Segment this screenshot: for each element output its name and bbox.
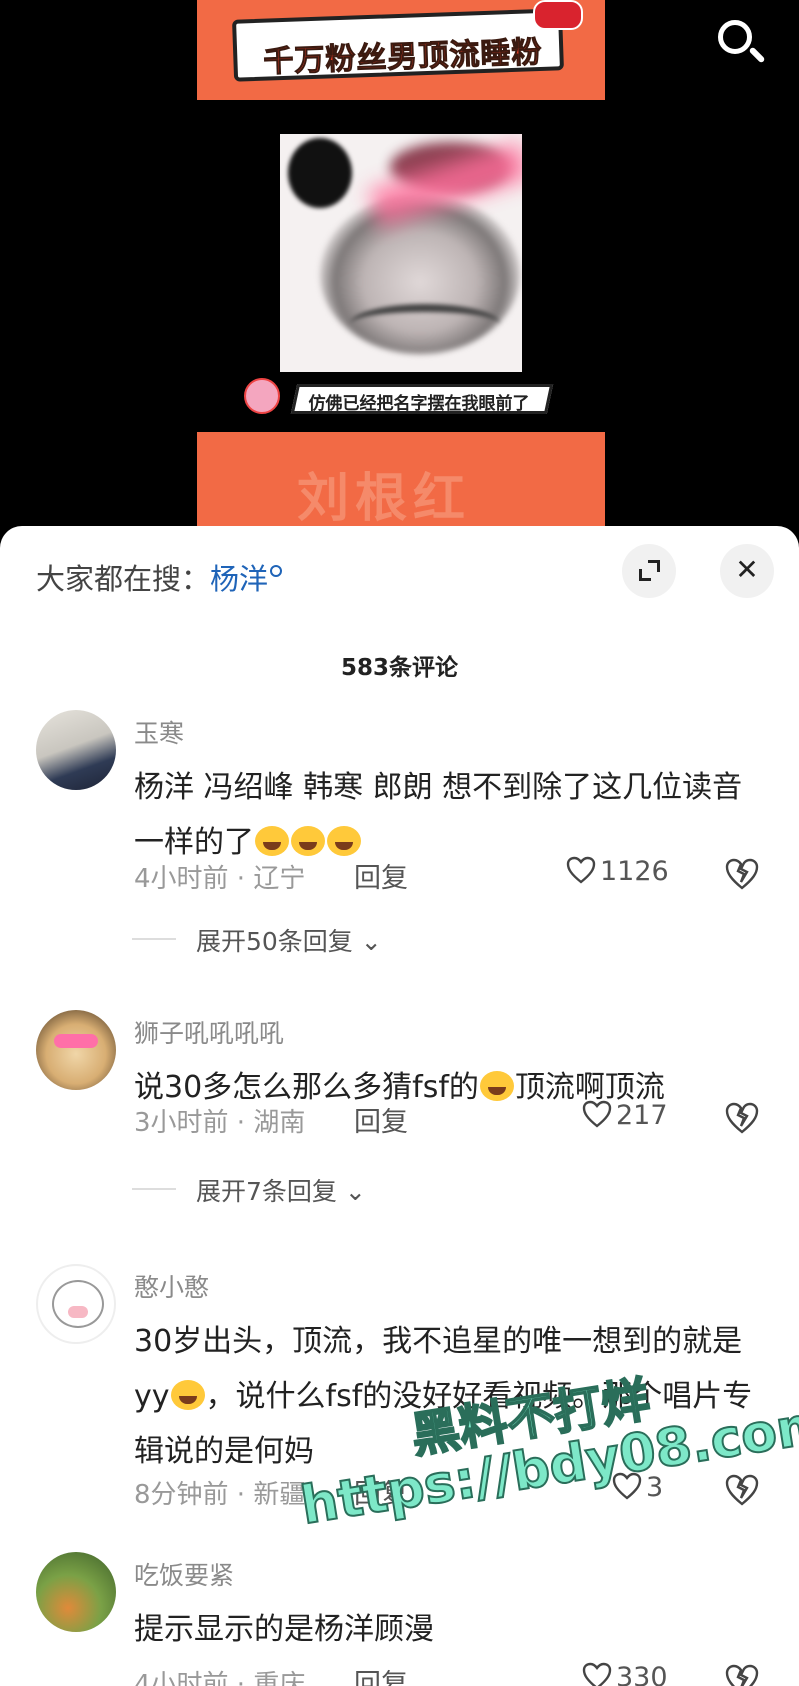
heart-icon [582, 1662, 612, 1686]
avatar[interactable] [36, 1264, 116, 1344]
heart-icon [566, 856, 596, 884]
expand-replies-text: 展开50条回复 [196, 927, 353, 956]
caption-text: 仿佛已经把名字摆在我眼前了 [308, 394, 530, 414]
laughing-emoji-icon [170, 1380, 205, 1410]
crying-laugh-emoji-icon [255, 826, 289, 856]
divider-line [132, 938, 176, 940]
thinking-emoji-icon [479, 1071, 514, 1101]
search-icon [718, 20, 752, 54]
avatar[interactable] [36, 1552, 116, 1632]
pig-avatar-icon [52, 1280, 104, 1328]
avatar[interactable] [36, 1010, 116, 1090]
video-player[interactable]: 千万粉丝男顶流睡粉 仿佛已经把名字摆在我眼前了 刘根红 [0, 0, 799, 540]
like-count: 1126 [600, 856, 669, 887]
dislike-button[interactable] [724, 1474, 760, 1508]
comment-sheet: 大家都在搜：杨洋 ✕ 583条评论 玉寒 杨洋 冯绍峰 韩寒 郎朗 想不到除了这… [0, 526, 799, 1686]
panda-meme-image [280, 134, 522, 372]
comment-body-a: 说30多怎么那么多猜fsf的 [134, 1070, 479, 1105]
reply-button[interactable]: 回复 [354, 1472, 408, 1511]
close-icon: ✕ [735, 553, 759, 586]
banner-title: 千万粉丝男顶流睡粉 [262, 34, 543, 80]
crying-laugh-emoji-icon [291, 826, 325, 856]
expand-button[interactable] [622, 544, 676, 598]
dislike-button[interactable] [724, 858, 760, 892]
crying-laugh-emoji-icon [327, 826, 361, 856]
comment-count: 583条评论 [340, 655, 458, 681]
comment-meta: 4小时前 · 重庆 [134, 1670, 306, 1686]
comment-text: 30岁出头，顶流，我不追星的唯一想到的就是yy ，说什么fsf的没好好看视频。那个… [134, 1314, 754, 1479]
comment-text: 杨洋 冯绍峰 韩寒 郎朗 想不到除了这几位读音一样的了 [134, 760, 754, 870]
avatar[interactable] [36, 710, 116, 790]
comment-body-b: ，说什么fsf的没好好看视频。那个唱片专辑说的是何妈 [134, 1379, 753, 1469]
meme-caption: 仿佛已经把名字摆在我眼前了 [244, 376, 560, 416]
like-button[interactable]: 1126 [566, 856, 669, 887]
reply-button[interactable]: 回复 [354, 1100, 408, 1139]
broken-heart-icon [725, 1664, 759, 1686]
trending-search[interactable]: 大家都在搜：杨洋 [36, 556, 283, 598]
comment-meta: 3小时前 · 湖南 [134, 1108, 306, 1138]
like-count: 330 [616, 1662, 668, 1686]
comment-username[interactable]: 狮子吼吼吼吼 [134, 1014, 284, 1050]
banner-card: 千万粉丝男顶流睡粉 [232, 8, 564, 82]
video-bottom-banner: 刘根红 [197, 432, 605, 540]
expand-icon-corner [648, 560, 660, 572]
like-button[interactable]: 3 [612, 1472, 663, 1503]
reply-button[interactable]: 回复 [354, 1662, 408, 1686]
comment-body: 提示显示的是杨洋顾漫 [134, 1612, 434, 1647]
broken-heart-icon [725, 858, 759, 890]
meme-ear [288, 138, 352, 208]
expand-replies-label: 展开50条回复 ⌄ [196, 927, 382, 956]
dislike-button[interactable] [724, 1664, 760, 1686]
like-button[interactable]: 217 [582, 1100, 668, 1131]
comment-username[interactable]: 憨小憨 [134, 1268, 209, 1304]
like-count: 217 [616, 1100, 668, 1131]
expand-replies-text: 展开7条回复 [196, 1177, 337, 1206]
pig-snout [68, 1306, 88, 1318]
comment-text: 提示显示的是杨洋顾漫 [134, 1602, 754, 1657]
comment-meta: 4小时前 · 辽宁 [134, 864, 306, 894]
divider-line [132, 1188, 176, 1190]
small-search-icon [270, 565, 283, 577]
meme-mouth [350, 304, 500, 344]
broken-heart-icon [725, 1474, 759, 1506]
avatar-glasses [54, 1034, 98, 1048]
trending-keyword[interactable]: 杨洋 [210, 562, 268, 596]
comment-username[interactable]: 玉寒 [134, 714, 184, 750]
reply-button[interactable]: 回复 [354, 856, 408, 895]
video-title-banner: 千万粉丝男顶流睡粉 [197, 0, 605, 100]
heart-icon [582, 1100, 612, 1128]
channel-seal-logo [533, 0, 583, 30]
pig-sticker-icon [244, 378, 280, 414]
trending-label: 大家都在搜： [36, 562, 211, 596]
expand-replies-label: 展开7条回复 ⌄ [196, 1177, 366, 1206]
heart-icon [612, 1472, 642, 1500]
like-count: 3 [646, 1472, 664, 1503]
close-button[interactable]: ✕ [720, 544, 774, 598]
broken-heart-icon [725, 1102, 759, 1134]
search-button[interactable] [712, 14, 772, 74]
bottom-banner-text: 刘根红 [297, 469, 472, 529]
search-icon-handle [748, 46, 766, 64]
like-button[interactable]: 330 [582, 1662, 668, 1686]
dislike-button[interactable] [724, 1102, 760, 1136]
comment-body: 杨洋 冯绍峰 韩寒 郎朗 想不到除了这几位读音一样的了 [134, 770, 743, 860]
caption-tag: 仿佛已经把名字摆在我眼前了 [290, 384, 554, 414]
comment-username[interactable]: 吃饭要紧 [134, 1556, 234, 1592]
comment-meta: 8分钟前 · 新疆 [134, 1480, 306, 1510]
